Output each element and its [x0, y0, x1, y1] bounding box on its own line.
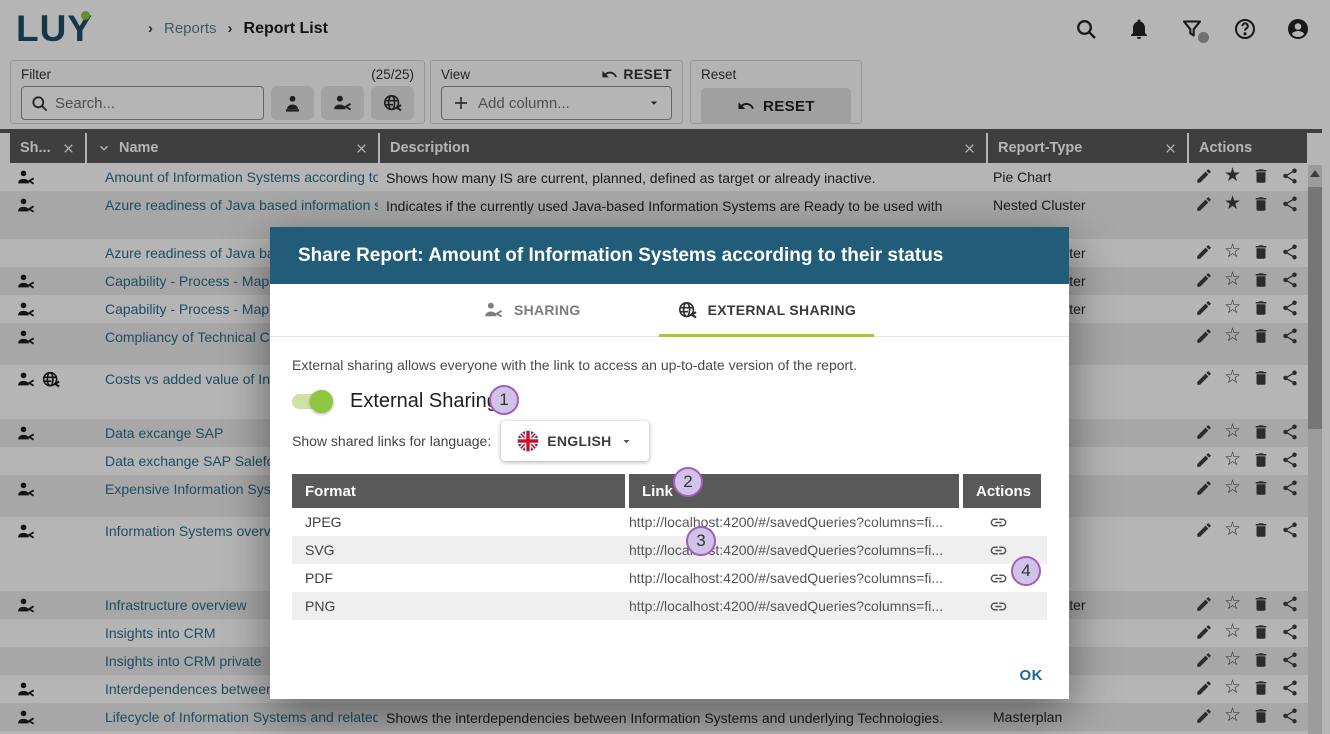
copy-link-button[interactable]	[989, 541, 1008, 560]
caret-down-icon	[620, 435, 633, 448]
annotation-circle-2: 2	[673, 467, 703, 497]
copy-link-button[interactable]	[989, 569, 1008, 588]
share-links-table: Format Link Actions JPEGhttp://localhost…	[292, 474, 1047, 620]
share-report-modal: Share Report: Amount of Information Syst…	[270, 227, 1069, 699]
share-link-row: PDFhttp://localhost:4200/#/savedQueries?…	[292, 564, 1047, 592]
format-label: PDF	[292, 570, 629, 586]
format-label: PNG	[292, 598, 629, 614]
tab-external-sharing[interactable]: EXTERNAL SHARING	[659, 284, 874, 336]
annotation-circle-1: 1	[489, 385, 519, 415]
person-share-icon	[483, 300, 504, 321]
copy-link-button[interactable]	[989, 513, 1008, 532]
share-link-row: JPEGhttp://localhost:4200/#/savedQueries…	[292, 508, 1047, 536]
share-link-url: http://localhost:4200/#/savedQueries?col…	[629, 514, 959, 530]
share-link-url: http://localhost:4200/#/savedQueries?col…	[629, 570, 959, 586]
share-column-actions: Actions	[963, 474, 1041, 508]
toggle-knob	[310, 390, 333, 413]
language-label: Show shared links for language:	[292, 433, 491, 449]
tab-sharing[interactable]: SHARING	[465, 284, 599, 336]
modal-tabs: SHARING EXTERNAL SHARING	[270, 284, 1069, 337]
share-column-format: Format	[292, 474, 625, 508]
copy-link-button[interactable]	[989, 597, 1008, 616]
globe-share-icon	[677, 300, 698, 321]
annotation-circle-4: 4	[1011, 556, 1041, 586]
share-link-row: SVGhttp://localhost:4200/#/savedQueries?…	[292, 536, 1047, 564]
share-link-row: PNGhttp://localhost:4200/#/savedQueries?…	[292, 592, 1047, 620]
format-label: JPEG	[292, 514, 629, 530]
share-link-url: http://localhost:4200/#/savedQueries?col…	[629, 542, 959, 558]
ok-button[interactable]: OK	[1020, 667, 1044, 684]
external-sharing-toggle[interactable]	[292, 394, 330, 409]
language-select[interactable]: ENGLISH	[501, 421, 648, 461]
share-links-rows: JPEGhttp://localhost:4200/#/savedQueries…	[292, 508, 1047, 620]
uk-flag-icon	[517, 430, 539, 452]
share-link-url: http://localhost:4200/#/savedQueries?col…	[629, 598, 959, 614]
external-sharing-description: External sharing allows everyone with th…	[292, 357, 1047, 373]
format-label: SVG	[292, 542, 629, 558]
annotation-circle-3: 3	[686, 526, 716, 556]
modal-title: Share Report: Amount of Information Syst…	[270, 227, 1069, 284]
toggle-label: External Sharing	[350, 390, 498, 413]
